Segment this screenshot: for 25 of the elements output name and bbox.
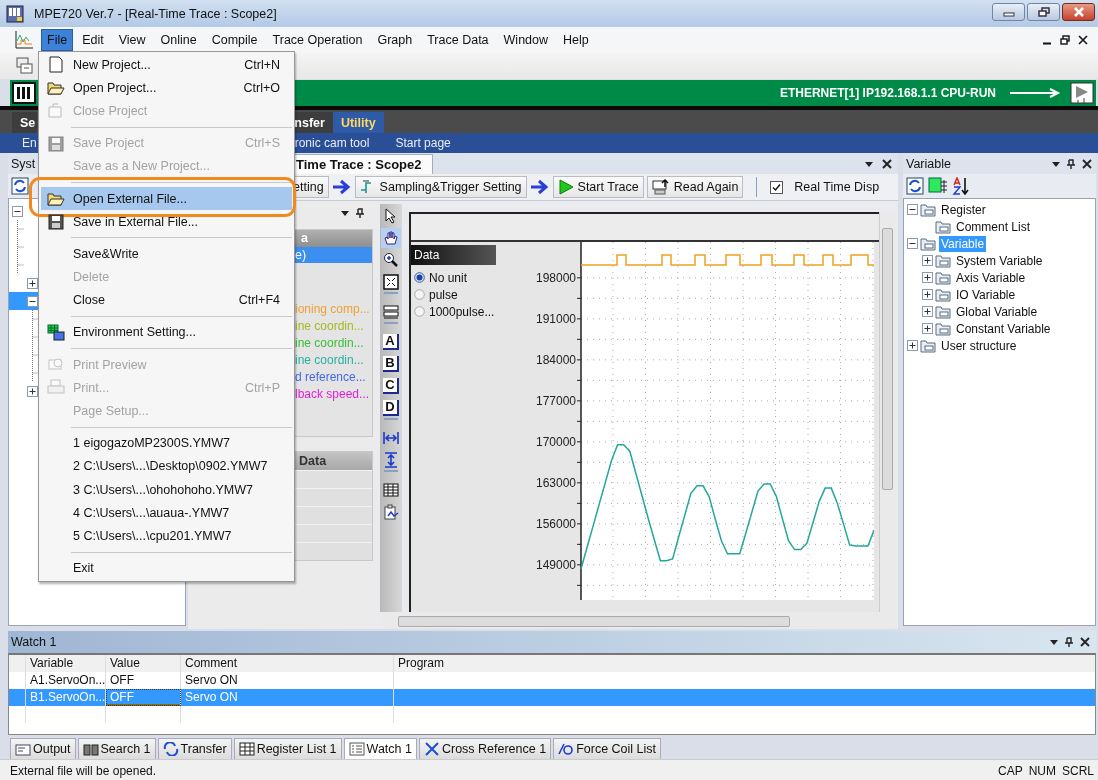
radio-label: pulse [429, 287, 458, 302]
table-cell: Servo ON [181, 689, 394, 706]
panel-title: Syst [11, 156, 36, 171]
y-tick-label: 163000 [535, 475, 576, 490]
panel-title: Watch 1 [11, 635, 57, 649]
y-tick-label: 156000 [535, 516, 576, 531]
checkbox-label: Real Time Disp [794, 180, 880, 194]
table-cell: B1.ServoOn... [26, 689, 106, 706]
key-indicator: NUM [1028, 764, 1056, 778]
panel-title: Variable [906, 156, 951, 171]
y-tick-label: 170000 [535, 434, 576, 449]
connection-status: ETHERNET[1] IP192.168.1.1 CPU-RUN [779, 86, 996, 100]
window-title: MPE720 Ver.7 - [Real-Time Trace : Scope2] [34, 6, 277, 21]
y-tick-label: 177000 [535, 393, 576, 408]
y-tick-label: 184000 [535, 352, 576, 367]
status-message: External file will be opened. [10, 764, 157, 778]
radio-label: No unit [429, 270, 468, 285]
key-indicator: SCRL [1062, 764, 1094, 778]
table-cell: OFF [106, 689, 181, 706]
y-tick-label: 191000 [535, 311, 576, 326]
key-indicator: CAP [997, 764, 1023, 778]
legend-title: Data [411, 245, 496, 265]
y-tick-label: 198000 [535, 272, 576, 285]
radio-label: 1000pulse... [429, 304, 495, 319]
y-tick-label: 149000 [535, 557, 576, 572]
